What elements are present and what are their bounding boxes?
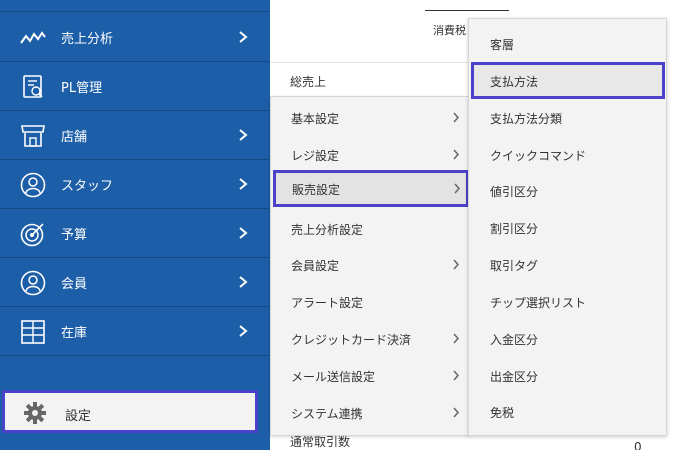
menu-item-basic-settings[interactable]: 基本設定 [271,99,469,136]
staff-icon [20,172,46,198]
menu-item-label: 販売設定 [292,183,341,197]
menu-item-price-discount[interactable]: 値引区分 [469,172,666,209]
sidebar-item-pl[interactable]: PL管理 [0,62,270,111]
menu-item-label: 出金区分 [490,370,539,384]
sidebar-item-label: PL管理 [61,81,103,96]
sidebar-item-inventory[interactable]: 在庫 [0,307,270,356]
sidebar-item-label: スタッフ [61,179,114,194]
chevron-right-icon [454,183,461,194]
chevron-right-icon [453,333,460,344]
menu-item-deposit-category[interactable]: 入金区分 [469,320,666,357]
menu-item-member-settings[interactable]: 会員設定 [271,246,469,283]
sidebar-item-label: 在庫 [61,326,88,341]
store-icon [21,125,45,147]
pl-report-icon [23,75,43,98]
header-divider [425,10,509,11]
chevron-right-icon [239,325,248,337]
menu-item-system-integration[interactable]: システム連携 [271,394,469,431]
menu-item-tip-list[interactable]: チップ選択リスト [469,283,666,320]
chevron-right-icon [453,407,460,418]
row-divider [270,62,470,63]
chevron-right-icon [239,276,248,288]
member-icon [20,270,46,296]
inventory-icon [21,320,45,344]
total-sales-label: 総売上 [290,75,327,89]
chevron-right-icon [239,178,248,190]
menu-item-tax-free[interactable]: 免税 [469,393,666,430]
menu-item-withdrawal-category[interactable]: 出金区分 [469,357,666,394]
transaction-count-value: 0 [634,440,642,450]
chevron-right-icon [239,227,248,239]
sales-settings-menu: 客層 支払方法 支払方法分類 クイックコマンド 値引区分 割引区分 取引タグ チ… [468,18,667,436]
menu-item-quick-command[interactable]: クイックコマンド [469,136,666,173]
menu-item-label: レジ設定 [291,149,340,163]
menu-item-transaction-tag[interactable]: 取引タグ [469,246,666,283]
menu-item-label: 会員設定 [291,259,340,273]
menu-item-payment-category[interactable]: 支払方法分類 [469,99,666,136]
tax-column-header: 消費税 [433,24,466,37]
sidebar-item-label: 店舗 [61,130,88,145]
sidebar-item-sales-analysis[interactable]: 売上分析 [0,13,270,62]
menu-item-label: 割引区分 [490,222,539,236]
chevron-right-icon [453,259,460,270]
chevron-right-icon [453,112,460,123]
target-icon [20,223,44,247]
chevron-right-icon [453,149,460,160]
chevron-right-icon [453,370,460,381]
settings-menu: 基本設定 レジ設定 販売設定 売上分析設定 会員設定 アラート設定 クレジットカ… [270,96,470,436]
sidebar-item-staff[interactable]: スタッフ [0,160,270,209]
line-chart-icon [20,31,46,44]
menu-item-label: アラート設定 [291,296,364,310]
menu-item-sales-settings[interactable]: 販売設定 [273,170,469,207]
sidebar-item-budget[interactable]: 予算 [0,209,270,258]
menu-item-label: 入金区分 [490,333,539,347]
menu-item-payment-method[interactable]: 支払方法 [471,62,665,99]
menu-item-alert-settings[interactable]: アラート設定 [271,283,469,320]
menu-item-label: チップ選択リスト [490,296,587,310]
menu-item-label: 売上分析設定 [291,223,364,237]
chevron-right-icon [239,31,248,43]
menu-item-analysis-settings[interactable]: 売上分析設定 [271,210,469,247]
menu-item-label: 支払方法 [490,75,539,89]
menu-item-register-settings[interactable]: レジ設定 [271,136,469,173]
menu-item-label: 基本設定 [291,112,340,126]
menu-item-label: システム連携 [291,407,363,421]
menu-item-credit-card[interactable]: クレジットカード決済 [271,320,469,357]
gear-icon [24,402,46,424]
sidebar-item-member[interactable]: 会員 [0,258,270,307]
menu-item-label: クイックコマンド [490,149,587,163]
sidebar: 売上分析 PL管理 店舗 スタッフ 予算 会員 在庫 設定 [0,0,270,450]
menu-item-label: 免税 [490,406,515,420]
menu-item-customer-segment[interactable]: 客層 [469,25,666,62]
menu-item-label: クレジットカード決済 [291,333,412,347]
sidebar-top-edge [0,0,270,12]
sidebar-item-store[interactable]: 店舗 [0,111,270,160]
menu-item-label: 支払方法分類 [490,112,563,126]
sidebar-item-label: 会員 [61,277,88,292]
menu-item-mail-settings[interactable]: メール送信設定 [271,357,469,394]
menu-item-label: 値引区分 [490,185,539,199]
menu-item-label: 取引タグ [490,259,539,273]
sidebar-item-label: 予算 [61,228,88,243]
menu-item-label: メール送信設定 [291,370,376,384]
sidebar-item-label: 売上分析 [61,32,114,47]
sidebar-item-label: 設定 [65,409,92,424]
sidebar-item-settings[interactable]: 設定 [2,390,258,433]
menu-item-label: 客層 [490,38,515,52]
chevron-right-icon [239,129,248,141]
menu-item-rate-discount[interactable]: 割引区分 [469,209,666,246]
